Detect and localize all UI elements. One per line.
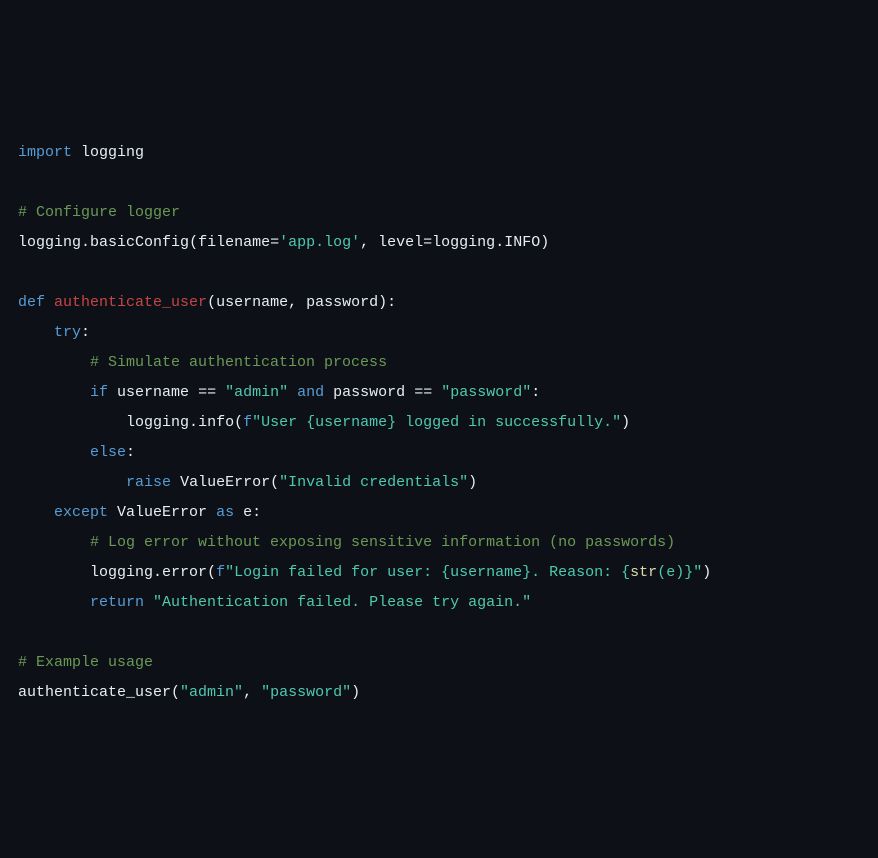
string: "password" bbox=[261, 684, 351, 701]
fstring: "User {username} logged in successfully.… bbox=[252, 414, 621, 431]
function-call: basicConfig bbox=[90, 234, 189, 251]
fstring: "Login failed for user: {username}. Reas… bbox=[225, 564, 630, 581]
fstring: (e)}" bbox=[657, 564, 702, 581]
punct: ( bbox=[189, 234, 198, 251]
punct: ( bbox=[171, 684, 180, 701]
comment: # Configure logger bbox=[18, 204, 180, 221]
punct: , bbox=[288, 294, 306, 311]
punct: : bbox=[531, 384, 540, 401]
string: "admin" bbox=[225, 384, 288, 401]
function-call: authenticate_user bbox=[18, 684, 171, 701]
punct: . bbox=[189, 414, 198, 431]
identifier: e bbox=[243, 504, 252, 521]
punct: ): bbox=[378, 294, 396, 311]
param: password bbox=[306, 294, 378, 311]
identifier: logging bbox=[90, 564, 153, 581]
identifier: password bbox=[333, 384, 405, 401]
punct: ) bbox=[468, 474, 477, 491]
class: ValueError bbox=[117, 504, 207, 521]
punct: ( bbox=[234, 414, 243, 431]
builtin: str bbox=[630, 564, 657, 581]
keyword-else: else bbox=[90, 444, 126, 461]
keyword-def: def bbox=[18, 294, 45, 311]
kwarg: filename bbox=[198, 234, 270, 251]
keyword-as: as bbox=[216, 504, 234, 521]
string: "admin" bbox=[180, 684, 243, 701]
method: error bbox=[162, 564, 207, 581]
keyword-raise: raise bbox=[126, 474, 171, 491]
operator: == bbox=[198, 384, 216, 401]
identifier: logging bbox=[432, 234, 495, 251]
punct: = bbox=[423, 234, 432, 251]
punct: : bbox=[126, 444, 135, 461]
string: "password" bbox=[441, 384, 531, 401]
punct: . bbox=[81, 234, 90, 251]
punct: = bbox=[270, 234, 279, 251]
comment: # Example usage bbox=[18, 654, 153, 671]
module-logging: logging bbox=[81, 144, 144, 161]
class: ValueError bbox=[180, 474, 270, 491]
punct: : bbox=[252, 504, 261, 521]
comment: # Log error without exposing sensitive i… bbox=[90, 534, 675, 551]
string: "Invalid credentials" bbox=[279, 474, 468, 491]
code-block: import logging # Configure logger loggin… bbox=[18, 138, 860, 708]
param: username bbox=[216, 294, 288, 311]
punct: ) bbox=[702, 564, 711, 581]
function-name: authenticate_user bbox=[54, 294, 207, 311]
fstring-prefix: f bbox=[216, 564, 225, 581]
constant: INFO bbox=[504, 234, 540, 251]
fstring-prefix: f bbox=[243, 414, 252, 431]
punct: ) bbox=[540, 234, 549, 251]
punct: ) bbox=[621, 414, 630, 431]
punct: . bbox=[495, 234, 504, 251]
punct: ( bbox=[207, 294, 216, 311]
punct: , bbox=[243, 684, 261, 701]
identifier: username bbox=[117, 384, 189, 401]
keyword-import: import bbox=[18, 144, 72, 161]
string: 'app.log' bbox=[279, 234, 360, 251]
keyword-except: except bbox=[54, 504, 108, 521]
string: "Authentication failed. Please try again… bbox=[153, 594, 531, 611]
keyword-try: try bbox=[54, 324, 81, 341]
keyword-if: if bbox=[90, 384, 108, 401]
keyword-return: return bbox=[90, 594, 144, 611]
identifier: logging bbox=[126, 414, 189, 431]
method: info bbox=[198, 414, 234, 431]
punct: . bbox=[153, 564, 162, 581]
keyword-and: and bbox=[297, 384, 324, 401]
punct: ( bbox=[207, 564, 216, 581]
kwarg: level bbox=[378, 234, 423, 251]
punct: , bbox=[360, 234, 378, 251]
punct: ( bbox=[270, 474, 279, 491]
operator: == bbox=[414, 384, 432, 401]
punct: : bbox=[81, 324, 90, 341]
identifier: logging bbox=[18, 234, 81, 251]
punct: ) bbox=[351, 684, 360, 701]
comment: # Simulate authentication process bbox=[90, 354, 387, 371]
